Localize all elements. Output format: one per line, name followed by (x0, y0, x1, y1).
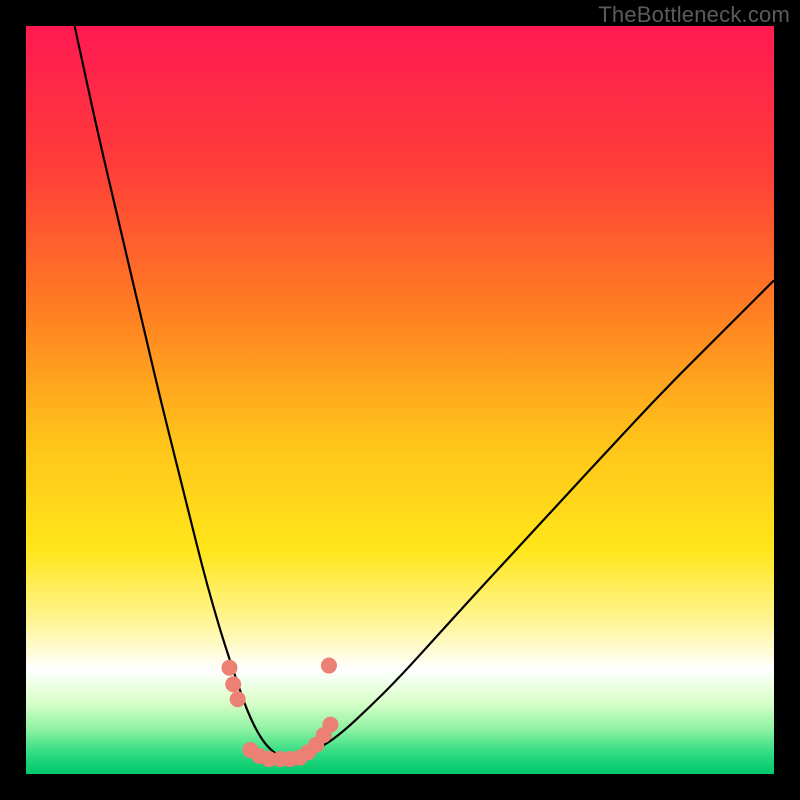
bottleneck-chart (26, 26, 774, 774)
gradient-background (26, 26, 774, 774)
marker-dot (322, 717, 338, 733)
marker-dot (225, 676, 241, 692)
marker-dot (321, 658, 337, 674)
marker-dot (230, 691, 246, 707)
marker-dot (221, 660, 237, 676)
chart-frame: TheBottleneck.com (0, 0, 800, 800)
watermark-text: TheBottleneck.com (598, 2, 790, 28)
